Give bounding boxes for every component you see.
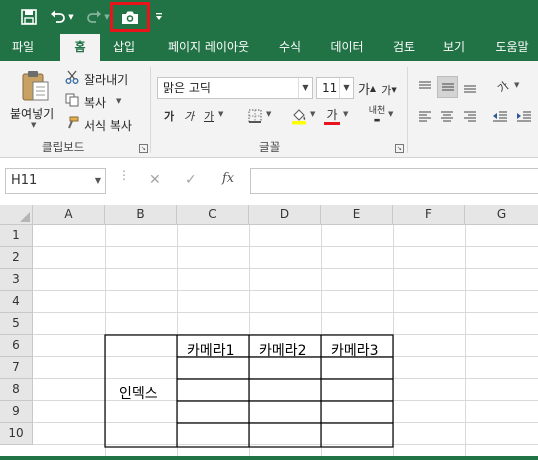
name-box-value: H11 bbox=[11, 173, 38, 188]
ribbon-home: 붙여넣기 ▼ 잘라내기 복사 ▼ 서식 복사 클립보드 ↘ 맑은 고딕 ▼ 11… bbox=[0, 61, 538, 158]
cancel-icon[interactable]: ✕ bbox=[149, 172, 161, 188]
camera-icon[interactable] bbox=[110, 2, 150, 32]
cut-button-label[interactable]: 잘라내기 bbox=[84, 71, 128, 88]
paste-icon[interactable] bbox=[18, 69, 52, 103]
table-row-label[interactable]: 인덱스 bbox=[119, 383, 158, 403]
clipboard-group-label: 클립보드 bbox=[42, 140, 85, 154]
copy-button-label[interactable]: 복사 bbox=[84, 94, 106, 111]
clipboard-launcher-icon[interactable]: ↘ bbox=[139, 144, 148, 153]
group-separator bbox=[150, 67, 151, 153]
tab-view[interactable]: 보기 bbox=[434, 34, 474, 61]
chevron-down-icon[interactable]: ▼ bbox=[298, 78, 312, 98]
copy-dropdown-icon[interactable]: ▼ bbox=[116, 97, 121, 105]
paste-button-label[interactable]: 붙여넣기 bbox=[10, 105, 54, 122]
copy-icon[interactable] bbox=[64, 92, 80, 108]
table-header-camera3[interactable]: 카메라3 bbox=[331, 340, 379, 360]
tab-review[interactable]: 검토 bbox=[384, 34, 424, 61]
tab-file[interactable]: 파일 bbox=[6, 34, 40, 61]
tab-help[interactable]: 도움말 bbox=[488, 34, 536, 61]
paste-dropdown-icon[interactable]: ▼ bbox=[31, 121, 36, 129]
italic-button[interactable]: 가 bbox=[182, 106, 196, 126]
font-color-dropdown-icon[interactable]: ▼ bbox=[343, 110, 348, 118]
decrease-indent-icon[interactable] bbox=[490, 106, 510, 126]
format-painter-icon[interactable] bbox=[64, 115, 80, 131]
table-borders bbox=[104, 334, 394, 448]
group-separator bbox=[407, 67, 408, 153]
status-strip bbox=[0, 456, 538, 460]
tab-formulas[interactable]: 수식 bbox=[270, 34, 310, 61]
font-color-icon[interactable]: 가 bbox=[323, 105, 341, 127]
phonetic-dropdown-icon[interactable]: ▼ bbox=[388, 110, 393, 118]
align-left-icon[interactable] bbox=[415, 106, 435, 126]
align-bottom-icon[interactable] bbox=[460, 76, 480, 98]
table-header-camera1[interactable]: 카메라1 bbox=[187, 340, 235, 360]
align-top-icon[interactable] bbox=[415, 76, 435, 98]
fill-color-icon[interactable] bbox=[290, 106, 308, 126]
underline-dropdown-icon[interactable]: ▼ bbox=[218, 110, 223, 118]
underline-button[interactable]: 가 bbox=[202, 106, 216, 126]
font-name-value: 맑은 고딕 bbox=[163, 81, 211, 95]
ribbon-tabs: 파일 홈 삽입 페이지 레이아웃 수식 데이터 검토 보기 도움말 bbox=[0, 34, 538, 61]
name-box[interactable]: H11 ▼ bbox=[5, 168, 106, 194]
formula-bar-resize-handle[interactable]: ⋮ bbox=[118, 169, 130, 181]
font-name-combo[interactable]: 맑은 고딕 ▼ bbox=[157, 77, 313, 99]
font-launcher-icon[interactable]: ↘ bbox=[395, 144, 404, 153]
undo-icon[interactable] bbox=[50, 6, 66, 28]
tab-home[interactable]: 홈 bbox=[60, 34, 100, 61]
font-size-value: 11 bbox=[322, 81, 338, 95]
shrink-font-icon[interactable]: 가 ▼ bbox=[381, 79, 397, 101]
font-group-label: 글꼴 bbox=[259, 140, 281, 154]
orientation-dropdown-icon[interactable]: ▼ bbox=[514, 81, 519, 89]
font-size-combo[interactable]: 11 ▼ bbox=[316, 77, 354, 99]
worksheet-grid[interactable]: A B C D E F G 1 2 3 4 5 6 7 8 9 10 카메라1 … bbox=[0, 205, 538, 460]
borders-dropdown-icon[interactable]: ▼ bbox=[266, 110, 271, 118]
tab-data[interactable]: 데이터 bbox=[322, 34, 372, 61]
tab-insert[interactable]: 삽입 bbox=[104, 34, 144, 61]
align-center-icon[interactable] bbox=[437, 106, 457, 126]
table-header-camera2[interactable]: 카메라2 bbox=[259, 340, 307, 360]
phonetic-guide-icon[interactable]: 내천 ▬ bbox=[367, 104, 387, 128]
tab-page-layout[interactable]: 페이지 레이아웃 bbox=[157, 34, 260, 61]
align-middle-icon[interactable] bbox=[437, 76, 458, 98]
quick-access-toolbar: ▼ ▼ bbox=[0, 0, 538, 34]
grow-font-icon[interactable]: 가 ▲ bbox=[358, 77, 376, 99]
increase-indent-icon[interactable] bbox=[514, 106, 534, 126]
orientation-icon[interactable]: 가 bbox=[492, 75, 514, 99]
enter-icon[interactable]: ✓ bbox=[185, 172, 197, 188]
fill-color-dropdown-icon[interactable]: ▼ bbox=[310, 110, 315, 118]
redo-icon[interactable] bbox=[86, 6, 102, 28]
undo-dropdown-icon[interactable]: ▼ bbox=[67, 6, 75, 28]
customize-qat-icon[interactable] bbox=[154, 6, 164, 28]
formula-input[interactable] bbox=[250, 168, 538, 194]
save-icon[interactable] bbox=[20, 6, 38, 28]
chevron-down-icon[interactable]: ▼ bbox=[339, 78, 353, 98]
bold-button[interactable]: 가 bbox=[162, 106, 176, 126]
formula-bar: H11 ▼ ⋮ ✕ ✓ fx bbox=[0, 159, 538, 205]
format-painter-label[interactable]: 서식 복사 bbox=[84, 117, 132, 134]
insert-function-icon[interactable]: fx bbox=[222, 171, 234, 186]
chevron-down-icon[interactable]: ▼ bbox=[95, 169, 101, 193]
align-right-icon[interactable] bbox=[460, 106, 480, 126]
cut-icon[interactable] bbox=[64, 69, 80, 85]
borders-icon[interactable] bbox=[246, 107, 264, 125]
